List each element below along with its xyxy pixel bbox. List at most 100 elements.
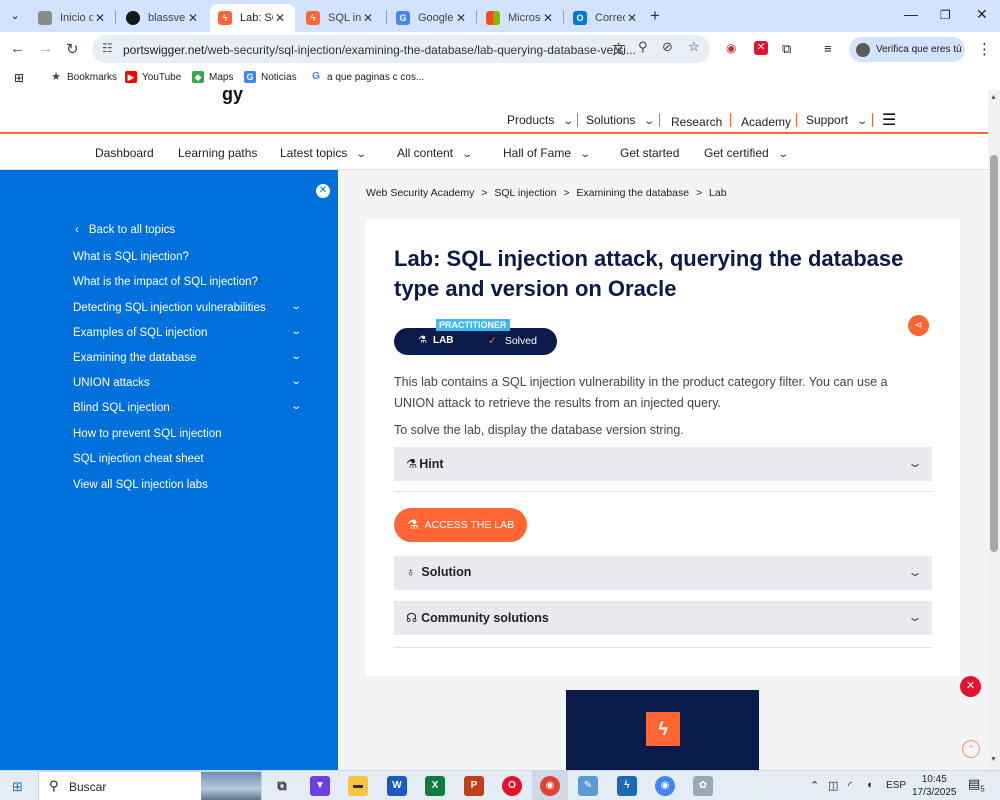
- chevron-down-icon[interactable]: ⌄: [290, 326, 302, 337]
- close-icon[interactable]: ✕: [93, 11, 107, 25]
- apps-grid-icon[interactable]: ⊞: [14, 71, 24, 85]
- tab-github[interactable]: blassvel ✕: [118, 4, 208, 32]
- forward-arrow-icon[interactable]: →: [38, 40, 53, 57]
- notes-app-icon[interactable]: ✎: [578, 776, 598, 796]
- subnav-dashboard[interactable]: Dashboard: [95, 146, 154, 160]
- excel-icon[interactable]: X: [425, 776, 445, 796]
- opera-icon[interactable]: O: [502, 776, 522, 796]
- paint-icon[interactable]: ✿: [693, 776, 713, 796]
- reload-icon[interactable]: ↻: [66, 40, 79, 58]
- sidebar-item-blind[interactable]: Blind SQL injection: [73, 402, 170, 414]
- camera-icon[interactable]: ◫: [828, 779, 838, 792]
- bookmark-maps[interactable]: ◆ Maps: [192, 71, 233, 83]
- new-tab-button[interactable]: +: [650, 6, 660, 26]
- sidebar-item-examining[interactable]: Examining the database: [73, 352, 196, 364]
- extensions-puzzle-icon[interactable]: ⧉: [782, 41, 791, 57]
- menu-kebab-icon[interactable]: ⋮: [977, 40, 992, 58]
- tab-inicio[interactable]: Inicio de ✕: [30, 4, 115, 32]
- eye-off-icon[interactable]: ⊘: [662, 39, 673, 55]
- bookmark-star-icon[interactable]: ☆: [688, 39, 700, 55]
- scroll-down-icon[interactable]: ▼: [990, 756, 997, 763]
- breadcrumb-sql-injection[interactable]: SQL injection: [494, 187, 556, 199]
- bookmark-google[interactable]: Ga que paginas c cos...: [310, 71, 424, 83]
- tab-sql-injection[interactable]: ϟ SQL inje ✕: [298, 4, 383, 32]
- url-text[interactable]: portswigger.net/web-security/sql-injecti…: [123, 43, 636, 57]
- portswigger-logo[interactable]: gy: [222, 90, 243, 105]
- scroll-up-icon[interactable]: ▲: [990, 94, 997, 101]
- close-icon[interactable]: ✕: [361, 11, 375, 25]
- burp-suite-icon[interactable]: ϟ: [617, 776, 637, 796]
- close-icon[interactable]: ✕: [273, 11, 287, 25]
- bookmark-noticias[interactable]: G Noticias: [244, 71, 297, 83]
- tab-search-button[interactable]: ⌄: [6, 7, 24, 25]
- file-explorer-icon[interactable]: ▬: [348, 776, 368, 796]
- sidebar-item-union[interactable]: UNION attacks: [73, 377, 150, 389]
- close-icon[interactable]: ✕: [541, 11, 555, 25]
- restore-icon[interactable]: ❐: [940, 8, 951, 22]
- nav-academy[interactable]: Academy: [741, 115, 791, 129]
- hamburger-menu-icon[interactable]: ☰: [882, 110, 896, 130]
- solution-accordion[interactable]: ♁ Solution ⌄: [394, 556, 932, 590]
- bookmark-bookmarks[interactable]: ★ Bookmarks: [50, 71, 117, 83]
- subnav-learning-paths[interactable]: Learning paths: [178, 146, 257, 160]
- chevron-down-icon[interactable]: ⌄: [290, 376, 302, 387]
- access-lab-button[interactable]: ⚗ ACCESS THE LAB: [394, 508, 527, 542]
- sidebar-item-what-is[interactable]: What is SQL injection?: [73, 251, 189, 263]
- back-arrow-icon[interactable]: ←: [10, 40, 25, 57]
- sidebar-item-detecting[interactable]: Detecting SQL injection vulnerabilities: [73, 302, 266, 314]
- close-icon[interactable]: ✕: [454, 11, 468, 25]
- page-scrollbar[interactable]: ▲ ▼: [988, 90, 1000, 770]
- clock[interactable]: 10:45 17/3/2025: [912, 773, 957, 799]
- nav-products[interactable]: Products ⌄: [507, 113, 574, 127]
- sidebar-back-link[interactable]: ‹ Back to all topics: [75, 224, 175, 236]
- share-icon[interactable]: ⋖: [908, 315, 929, 336]
- chrome-secondary-icon[interactable]: ◉: [655, 776, 675, 796]
- close-icon[interactable]: ✕: [625, 11, 639, 25]
- breadcrumb-examining[interactable]: Examining the database: [576, 187, 689, 199]
- sidebar-close-icon[interactable]: ✕: [316, 184, 330, 198]
- tab-correo[interactable]: O Correo: ✕: [565, 4, 647, 32]
- sidebar-item-impact[interactable]: What is the impact of SQL injection?: [73, 276, 258, 288]
- extension-x-icon[interactable]: ✕: [754, 41, 768, 55]
- extension-icon[interactable]: ◉: [726, 41, 736, 55]
- chevron-down-icon[interactable]: ⌄: [290, 301, 302, 312]
- tab-lab-sql[interactable]: ϟ Lab: SQL ✕: [210, 4, 295, 32]
- tab-microsoft[interactable]: Microso ✕: [478, 4, 563, 32]
- vpn-app-icon[interactable]: ▼: [310, 776, 330, 796]
- sidebar-item-prevent[interactable]: How to prevent SQL injection: [73, 428, 222, 440]
- sidebar-item-examples[interactable]: Examples of SQL injection: [73, 327, 207, 339]
- floating-extension-icon[interactable]: ✕: [960, 676, 981, 697]
- subnav-latest-topics[interactable]: Latest topics ⌄: [280, 146, 367, 160]
- nav-support[interactable]: Support ⌄: [806, 113, 868, 127]
- translate-icon[interactable]: 文: [612, 39, 625, 58]
- site-info-icon[interactable]: ☷: [102, 41, 113, 55]
- promo-banner[interactable]: ϟ: [566, 690, 759, 770]
- chevron-down-icon[interactable]: ⌄: [290, 401, 302, 412]
- sidebar-item-cheat-sheet[interactable]: SQL injection cheat sheet: [73, 453, 204, 465]
- subnav-get-certified[interactable]: Get certified ⌄: [704, 146, 789, 160]
- window-close-icon[interactable]: ✕: [976, 6, 988, 23]
- taskbar-search[interactable]: ⚲ Buscar: [38, 771, 262, 800]
- media-control-icon[interactable]: ≡: [824, 41, 832, 56]
- tab-google[interactable]: G Google ✕: [388, 4, 476, 32]
- community-solutions-accordion[interactable]: ☊ Community solutions ⌄: [394, 601, 932, 635]
- breadcrumb-academy[interactable]: Web Security Academy: [366, 187, 474, 199]
- powerpoint-icon[interactable]: P: [464, 776, 484, 796]
- chevron-down-icon[interactable]: ⌄: [290, 351, 302, 362]
- notification-icon[interactable]: ▤5: [968, 776, 985, 794]
- volume-icon[interactable]: ◖: [866, 779, 873, 791]
- subnav-hall-of-fame[interactable]: Hall of Fame ⌄: [503, 146, 591, 160]
- scrollbar-thumb[interactable]: [990, 155, 998, 552]
- hint-accordion[interactable]: ⚗ Hint ⌄: [394, 447, 932, 481]
- breadcrumb-lab[interactable]: Lab: [709, 187, 727, 199]
- language-indicator[interactable]: ESP: [886, 780, 906, 791]
- profile-button[interactable]: Verifica que eres tú: [849, 37, 965, 62]
- nav-solutions[interactable]: Solutions ⌄: [586, 113, 655, 127]
- scroll-to-top-icon[interactable]: ⌃: [962, 740, 980, 758]
- subnav-get-started[interactable]: Get started: [620, 146, 679, 160]
- word-icon[interactable]: W: [387, 776, 407, 796]
- minimize-icon[interactable]: —: [904, 6, 918, 22]
- sidebar-item-all-labs[interactable]: View all SQL injection labs: [73, 479, 208, 491]
- tray-chevron-icon[interactable]: ⌃: [810, 779, 819, 792]
- task-view-icon[interactable]: ⧉: [272, 776, 292, 796]
